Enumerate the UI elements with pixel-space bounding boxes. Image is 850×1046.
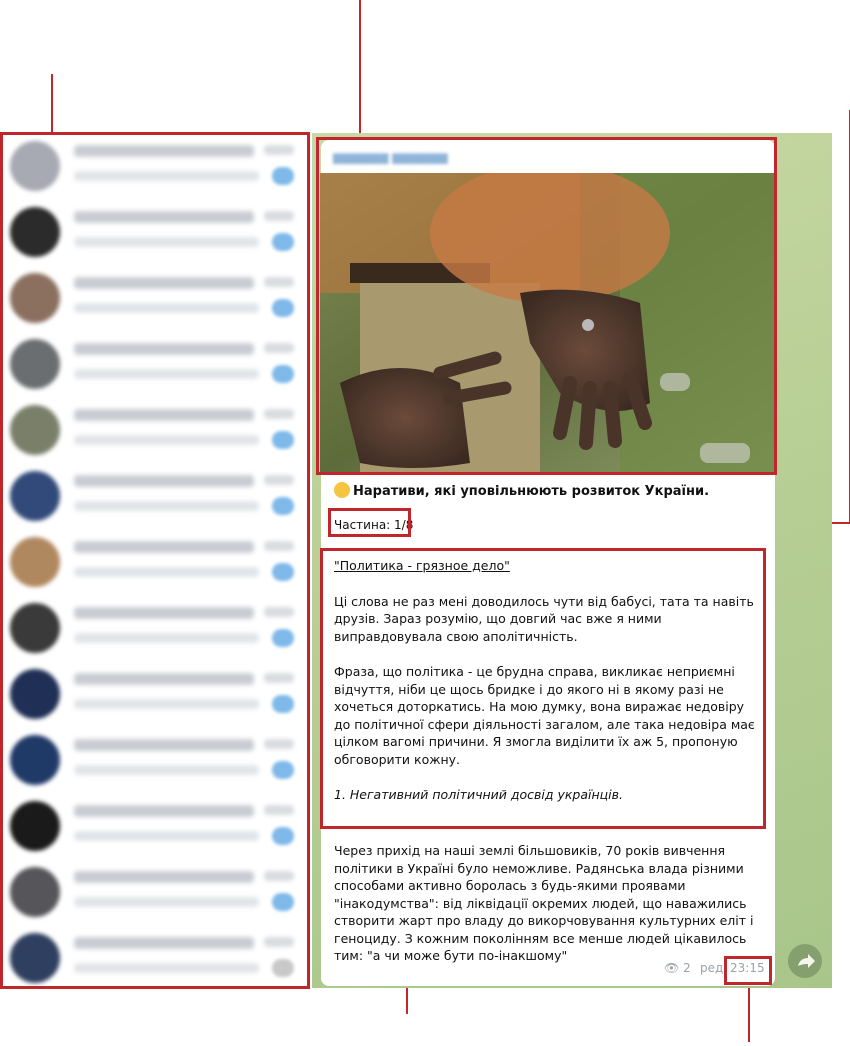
highlight-sidebar — [0, 132, 310, 989]
annotation-line-time — [748, 986, 750, 1042]
thinking-face-icon — [334, 482, 350, 498]
highlight-part-label — [328, 508, 411, 537]
views-count: 👁 2 — [664, 961, 691, 975]
annotation-line-sidebar — [51, 74, 53, 134]
highlight-media — [316, 137, 777, 475]
headline-text: Наративи, які уповільнюють розвиток Укра… — [353, 484, 710, 499]
highlight-time — [724, 956, 772, 985]
forward-button[interactable] — [788, 944, 822, 978]
paragraph-3: Через прихід на наші землі більшовиків, … — [334, 843, 754, 963]
message-headline: Наративи, які уповільнюють розвиток Укра… — [334, 482, 709, 499]
annotation-line-media — [359, 0, 361, 140]
forward-arrow-icon — [798, 954, 815, 968]
highlight-text-block — [320, 548, 766, 829]
eye-icon: 👁 — [664, 961, 680, 975]
